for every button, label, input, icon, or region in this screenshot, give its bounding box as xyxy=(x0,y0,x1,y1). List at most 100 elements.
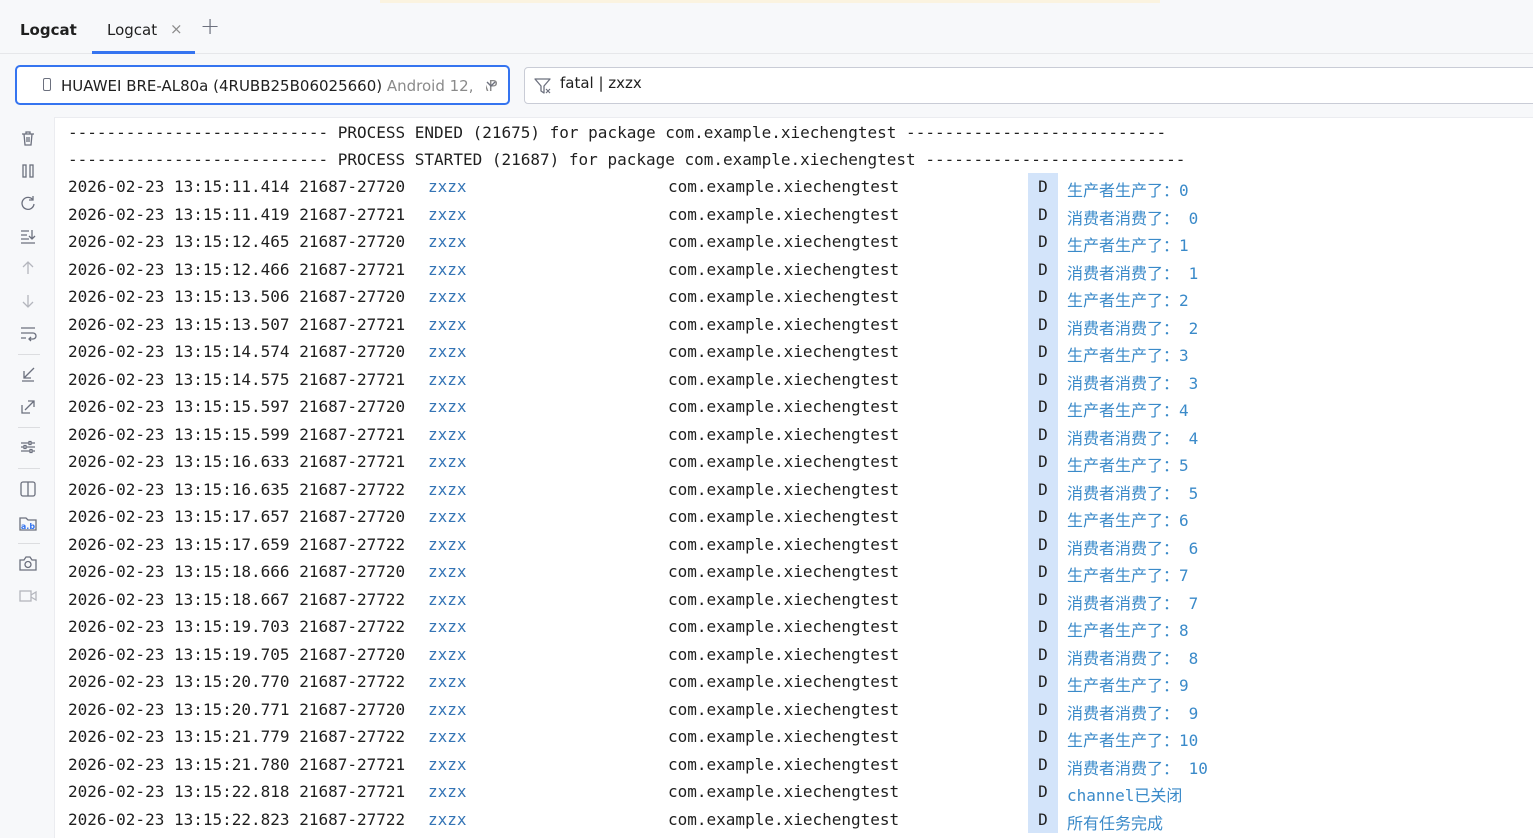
log-tag: zxzx xyxy=(428,342,467,361)
log-datetime: 2026-02-23 13:15:16.635 xyxy=(68,479,290,499)
log-message: 消费者消费了： 0 xyxy=(1067,208,1199,228)
log-row[interactable]: 2026-02-23 13:15:13.507 21687-27721 zxzx c… xyxy=(55,310,1533,338)
log-timestamp-pid: 2026-02-23 13:15:20.770 21687-27722 xyxy=(68,672,405,691)
log-timestamp-pid: 2026-02-23 13:15:13.507 21687-27721 xyxy=(68,315,405,334)
log-datetime: 2026-02-23 13:15:12.465 xyxy=(68,232,290,251)
filter-query: fatal | zxzx xyxy=(560,74,642,92)
log-level-badge: D xyxy=(1028,503,1058,531)
log-timestamp-pid: 2026-02-23 13:15:20.771 21687-27720 xyxy=(68,700,405,719)
device-name: HUAWEI BRE-AL80a (4RUBB25B06025660) xyxy=(61,77,383,95)
log-row[interactable]: 2026-02-23 13:15:18.666 21687-27720 zxzx c… xyxy=(55,558,1533,586)
log-datetime: 2026-02-23 13:15:15.597 xyxy=(68,397,290,416)
log-message: 消费者消费了： 10 xyxy=(1067,758,1208,778)
log-row[interactable]: 2026-02-23 13:15:13.506 21687-27720 zxzx c… xyxy=(55,283,1533,311)
trash-icon[interactable] xyxy=(17,127,39,149)
log-panel[interactable]: --------------------------- PROCESS ENDE… xyxy=(54,117,1533,838)
process-ended-line: --------------------------- PROCESS ENDE… xyxy=(68,123,1167,142)
log-pid-tid: 21687-27722 xyxy=(299,809,406,829)
log-pid-tid: 21687-27721 xyxy=(299,204,406,224)
log-tag: zxzx xyxy=(428,259,467,279)
log-message: 消费者消费了： 7 xyxy=(1067,593,1199,613)
log-row[interactable]: 2026-02-23 13:15:20.771 21687-27720 zxzx c… xyxy=(55,695,1533,723)
format-icon[interactable]: a.b xyxy=(17,512,39,534)
down-arrow-icon[interactable] xyxy=(17,290,39,312)
log-message: 生产者生产了：8 xyxy=(1067,621,1189,640)
log-message: 生产者生产了：0 xyxy=(1067,181,1189,200)
log-package: com.example.xiechengtest xyxy=(668,507,900,526)
log-row[interactable]: 2026-02-23 13:15:15.597 21687-27720 zxzx c… xyxy=(55,393,1533,421)
log-message: 生产者生产了：1 xyxy=(1067,236,1189,255)
add-tab-icon[interactable]: + xyxy=(200,14,220,38)
log-row[interactable]: 2026-02-23 13:15:16.635 21687-27722 zxzx c… xyxy=(55,475,1533,503)
log-tag: zxzx xyxy=(428,727,467,746)
split-view-icon[interactable] xyxy=(17,478,39,500)
log-pid-tid: 21687-27722 xyxy=(299,727,406,746)
up-arrow-icon[interactable] xyxy=(17,257,39,279)
log-tag: zxzx xyxy=(428,479,467,499)
log-row[interactable]: 2026-02-23 13:15:21.780 21687-27721 zxzx c… xyxy=(55,750,1533,778)
log-message: 消费者消费了： 4 xyxy=(1067,428,1199,448)
log-row[interactable]: 2026-02-23 13:15:17.657 21687-27720 zxzx c… xyxy=(55,503,1533,531)
filter-icon[interactable] xyxy=(533,76,553,96)
log-tag: zxzx xyxy=(428,507,467,526)
log-tag: zxzx xyxy=(428,287,467,306)
log-timestamp-pid: 2026-02-23 13:15:19.703 21687-27722 xyxy=(68,617,405,636)
log-message: 生产者生产了：3 xyxy=(1067,346,1189,365)
log-datetime: 2026-02-23 13:15:21.779 xyxy=(68,727,290,746)
log-level-badge: D xyxy=(1028,750,1058,778)
log-row[interactable]: 2026-02-23 13:15:22.823 21687-27722 zxzx c… xyxy=(55,805,1533,833)
log-timestamp-pid: 2026-02-23 13:15:12.465 21687-27720 xyxy=(68,232,405,251)
log-row[interactable]: 2026-02-23 13:15:20.770 21687-27722 zxzx c… xyxy=(55,668,1533,696)
scroll-to-end-icon[interactable] xyxy=(17,225,39,247)
log-package: com.example.xiechengtest xyxy=(668,369,900,389)
camera-icon[interactable] xyxy=(17,552,39,574)
log-row[interactable]: 2026-02-23 13:15:16.633 21687-27721 zxzx c… xyxy=(55,448,1533,476)
log-row[interactable]: 2026-02-23 13:15:12.465 21687-27720 zxzx c… xyxy=(55,228,1533,256)
log-row[interactable]: 2026-02-23 13:15:19.703 21687-27722 zxzx c… xyxy=(55,613,1533,641)
close-icon[interactable]: × xyxy=(170,20,183,38)
log-timestamp-pid: 2026-02-23 13:15:12.466 21687-27721 xyxy=(68,260,405,279)
screen-record-icon[interactable] xyxy=(17,585,39,607)
log-pid-tid: 21687-27720 xyxy=(299,644,406,664)
log-package: com.example.xiechengtest xyxy=(668,397,900,416)
log-message: 消费者消费了： 6 xyxy=(1067,538,1199,558)
log-message: 生产者生产了：6 xyxy=(1067,511,1189,530)
log-row[interactable]: 2026-02-23 13:15:15.599 21687-27721 zxzx c… xyxy=(55,420,1533,448)
log-level-badge: D xyxy=(1028,530,1058,558)
log-row[interactable]: 2026-02-23 13:15:22.818 21687-27721 zxzx c… xyxy=(55,778,1533,806)
log-row[interactable]: 2026-02-23 13:15:11.414 21687-27720 zxzx c… xyxy=(55,173,1533,201)
log-datetime: 2026-02-23 13:15:12.466 xyxy=(68,259,290,279)
log-package: com.example.xiechengtest xyxy=(668,727,900,746)
log-datetime: 2026-02-23 13:15:14.575 xyxy=(68,369,290,389)
chevron-down-icon[interactable] xyxy=(484,76,498,90)
log-row[interactable]: 2026-02-23 13:15:19.705 21687-27720 zxzx c… xyxy=(55,640,1533,668)
filter-input[interactable]: fatal | zxzx xyxy=(524,67,1533,104)
log-pid-tid: 21687-27722 xyxy=(299,617,406,636)
log-row[interactable]: 2026-02-23 13:15:12.466 21687-27721 zxzx c… xyxy=(55,255,1533,283)
settings-sliders-icon[interactable] xyxy=(17,436,39,458)
log-level-badge: D xyxy=(1028,778,1058,806)
log-row[interactable]: 2026-02-23 13:15:14.575 21687-27721 zxzx c… xyxy=(55,365,1533,393)
soft-wrap-icon[interactable] xyxy=(17,322,39,344)
log-message: 消费者消费了： 2 xyxy=(1067,318,1199,338)
tab-logcat[interactable]: Logcat × xyxy=(92,3,195,54)
log-row[interactable]: 2026-02-23 13:15:21.779 21687-27722 zxzx c… xyxy=(55,723,1533,751)
collapse-icon[interactable] xyxy=(17,363,39,385)
log-package: com.example.xiechengtest xyxy=(668,232,900,251)
log-row[interactable]: 2026-02-23 13:15:17.659 21687-27722 zxzx c… xyxy=(55,530,1533,558)
log-tag: zxzx xyxy=(428,177,467,196)
log-level-badge: D xyxy=(1028,255,1058,283)
device-selector[interactable]: HUAWEI BRE-AL80a (4RUBB25B06025660) Andr… xyxy=(15,65,510,105)
log-level-badge: D xyxy=(1028,613,1058,641)
log-row[interactable]: 2026-02-23 13:15:14.574 21687-27720 zxzx c… xyxy=(55,338,1533,366)
log-tag: zxzx xyxy=(428,809,467,829)
pause-icon[interactable] xyxy=(17,160,39,182)
log-datetime: 2026-02-23 13:15:22.818 xyxy=(68,782,290,801)
log-tag: zxzx xyxy=(428,314,467,334)
log-level-badge: D xyxy=(1028,585,1058,613)
log-row[interactable]: 2026-02-23 13:15:11.419 21687-27721 zxzx c… xyxy=(55,200,1533,228)
log-package: com.example.xiechengtest xyxy=(668,452,900,471)
expand-icon[interactable] xyxy=(17,396,39,418)
restart-icon[interactable] xyxy=(17,192,39,214)
log-row[interactable]: 2026-02-23 13:15:18.667 21687-27722 zxzx c… xyxy=(55,585,1533,613)
